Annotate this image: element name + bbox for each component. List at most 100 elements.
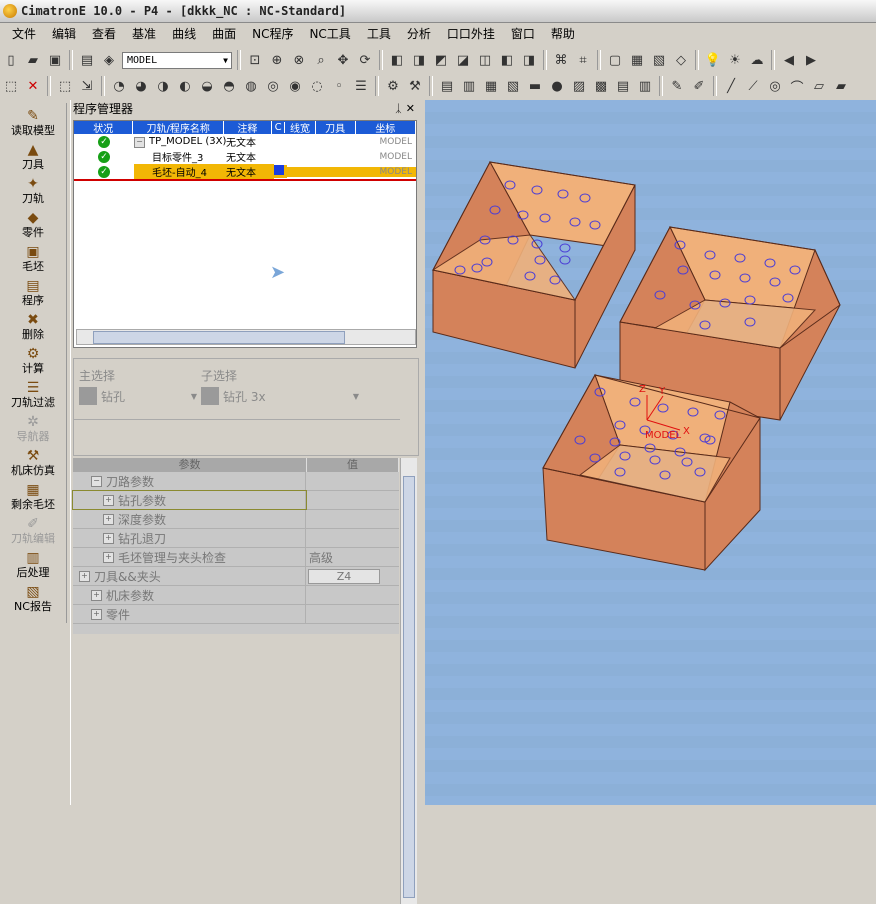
nc-tool-icon[interactable]: ⚙ <box>383 76 403 96</box>
forward-arrow-icon[interactable]: ▶ <box>801 50 821 70</box>
zoom-dynamic-icon[interactable]: ⊗ <box>289 50 309 70</box>
sketch-icon[interactable]: ✐ <box>689 76 709 96</box>
horizontal-scrollbar[interactable] <box>76 329 416 345</box>
comment-icon[interactable]: ▬ <box>525 76 545 96</box>
sheet-icon[interactable]: ▤ <box>613 76 633 96</box>
expand-icon[interactable]: + <box>91 608 102 620</box>
menu-item[interactable]: 工具 <box>359 24 399 45</box>
circle-tool-icon[interactable]: ◎ <box>765 76 785 96</box>
delete-x-icon[interactable]: ✕ <box>23 76 43 96</box>
back-arrow-icon[interactable]: ◀ <box>779 50 799 70</box>
parameter-value-cell[interactable]: 高级 <box>306 549 399 566</box>
select-icon[interactable]: ⬚ <box>1 76 21 96</box>
zoom-window-icon[interactable]: ⊕ <box>267 50 287 70</box>
curve-tool-icon[interactable]: ◕ <box>131 76 151 96</box>
left-tool-button[interactable]: ✲ 导航器 <box>0 409 66 443</box>
curve-tool-icon[interactable]: ◒ <box>197 76 217 96</box>
rotate-icon[interactable]: ⟳ <box>355 50 375 70</box>
sheet-icon[interactable]: ▤ <box>437 76 457 96</box>
arc-icon[interactable]: ⌒ <box>787 76 807 96</box>
menu-item[interactable]: NC程序 <box>244 24 301 45</box>
print-icon[interactable]: ▤ <box>77 50 97 70</box>
pan-icon[interactable]: ✥ <box>333 50 353 70</box>
curve-tool-icon[interactable]: ◍ <box>241 76 261 96</box>
graphics-viewport[interactable]: Z Y X MODEL <box>425 100 876 805</box>
line-icon[interactable]: ╱ <box>721 76 741 96</box>
iso-view-icon[interactable]: ◧ <box>387 50 407 70</box>
left-tool-button[interactable]: ⚒ 机床仿真 <box>0 443 66 477</box>
pin-icon[interactable]: ᛣ <box>395 102 402 115</box>
sub-select-combo[interactable]: 钻孔 3x ▼ <box>201 387 359 405</box>
menu-item[interactable]: 曲线 <box>164 24 204 45</box>
nc-tool-icon[interactable]: ⚒ <box>405 76 425 96</box>
surface-icon[interactable]: ▱ <box>809 76 829 96</box>
scrollbar-thumb[interactable] <box>403 476 415 898</box>
fit-view-icon[interactable]: ⊡ <box>245 50 265 70</box>
zoom-icon[interactable]: ⌕ <box>311 50 331 70</box>
left-tool-button[interactable]: ✖ 删除 <box>0 307 66 341</box>
program-row[interactable]: ✓ 目标零件_3 无文本 MODEL <box>74 149 416 164</box>
tree-column-header[interactable]: 注释 <box>224 121 272 135</box>
sheet-icon[interactable]: ▥ <box>635 76 655 96</box>
left-tool-button[interactable]: ▧ NC报告 <box>0 579 66 613</box>
layer-icon[interactable]: ◈ <box>99 50 119 70</box>
left-tool-button[interactable]: ✐ 刀轨编辑 <box>0 511 66 545</box>
right-view-icon[interactable]: ◪ <box>453 50 473 70</box>
left-tool-button[interactable]: ▲ 刀具 <box>0 137 66 171</box>
close-icon[interactable]: ✕ <box>406 102 415 115</box>
left-tool-button[interactable]: ☰ 刀轨过滤 <box>0 375 66 409</box>
expand-icon[interactable]: + <box>91 589 102 601</box>
parameter-value-cell[interactable]: Z4 <box>308 568 380 584</box>
curve-tool-icon[interactable]: ◑ <box>153 76 173 96</box>
list-tool-icon[interactable]: ☰ <box>351 76 371 96</box>
left-tool-button[interactable]: ✎ 读取模型 <box>0 103 66 137</box>
menu-item[interactable]: 分析 <box>399 24 439 45</box>
view-restore-icon[interactable]: ⌗ <box>573 50 593 70</box>
curve-tool-icon[interactable]: ◔ <box>109 76 129 96</box>
tree-column-header[interactable]: 线宽 <box>285 121 316 135</box>
parameter-row[interactable]: + 钻孔参数 <box>72 490 399 510</box>
shaded-icon[interactable]: ▢ <box>605 50 625 70</box>
tree-column-header[interactable]: C <box>272 122 286 133</box>
open-folder-icon[interactable]: ▰ <box>23 50 43 70</box>
menu-item[interactable]: NC工具 <box>301 24 358 45</box>
menu-item[interactable]: 曲面 <box>204 24 244 45</box>
surface-icon[interactable]: ▰ <box>831 76 851 96</box>
hidden-line-icon[interactable]: ▧ <box>649 50 669 70</box>
display-mode-icon[interactable]: ◇ <box>671 50 691 70</box>
filter-icon[interactable]: ⇲ <box>77 76 97 96</box>
curve-tool-icon[interactable]: ◉ <box>285 76 305 96</box>
light-bulb-icon[interactable]: 💡 <box>703 50 723 70</box>
curve-tool-icon[interactable]: ◓ <box>219 76 239 96</box>
expand-icon[interactable]: + <box>103 551 114 563</box>
left-tool-button[interactable]: ⚙ 计算 <box>0 341 66 375</box>
program-tree[interactable]: 状况 刀轨/程序名称 注释 C 线宽 刀具 坐标 ✓ − TP_MODEL (3X) 无文本 MOD… <box>73 120 417 348</box>
line-icon[interactable]: ⟋ <box>743 76 763 96</box>
program-row[interactable]: ✓ 毛坯-自动_4 无文本 MODEL <box>74 164 416 181</box>
left-tool-button[interactable]: ◆ 零件 <box>0 205 66 239</box>
menu-item[interactable]: 基准 <box>124 24 164 45</box>
curve-tool-icon[interactable]: ◌ <box>307 76 327 96</box>
curve-tool-icon[interactable]: ◦ <box>329 76 349 96</box>
curve-tool-icon[interactable]: ◐ <box>175 76 195 96</box>
left-tool-button[interactable]: ▥ 后处理 <box>0 545 66 579</box>
parameter-row[interactable]: + 刀具&&夹头 Z4 <box>73 567 399 586</box>
model-combo[interactable]: MODEL ▼ <box>122 51 232 69</box>
collapse-icon[interactable]: − <box>134 136 145 148</box>
expand-icon[interactable]: + <box>103 532 114 544</box>
tree-column-header[interactable]: 状况 <box>74 121 134 135</box>
parameter-row[interactable]: + 深度参数 <box>73 510 399 529</box>
menu-item[interactable]: 窗口 <box>503 24 543 45</box>
back-view-icon[interactable]: ◧ <box>497 50 517 70</box>
circle-icon[interactable]: ● <box>547 76 567 96</box>
tree-column-header[interactable]: 刀具 <box>316 121 356 135</box>
scrollbar-thumb[interactable] <box>93 331 345 344</box>
menu-item[interactable]: 查看 <box>84 24 124 45</box>
main-select-combo[interactable]: 钻孔 ▼ <box>79 387 197 405</box>
left-tool-button[interactable]: ✦ 刀轨 <box>0 171 66 205</box>
left-tool-button[interactable]: ▤ 程序 <box>0 273 66 307</box>
tree-column-header[interactable]: 刀轨/程序名称 <box>133 121 225 135</box>
view-save-icon[interactable]: ⌘ <box>551 50 571 70</box>
expand-icon[interactable]: − <box>91 475 102 487</box>
parameter-row[interactable]: + 零件 <box>73 605 399 624</box>
